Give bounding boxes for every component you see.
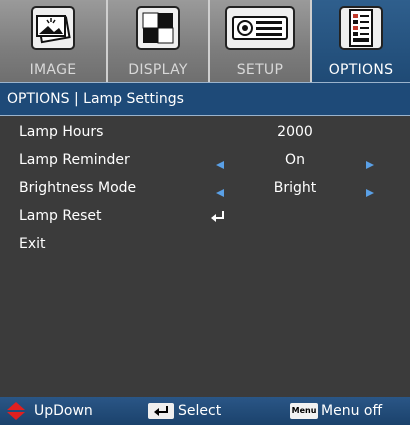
tab-options[interactable]: OPTIONS: [312, 0, 410, 82]
options-icon: [339, 6, 383, 54]
enter-icon[interactable]: [211, 211, 225, 227]
projector-icon: [225, 6, 295, 54]
lamp-reset-label: Lamp Reset: [19, 208, 102, 224]
image-icon: [31, 6, 75, 54]
hint-select: Select: [148, 397, 258, 425]
brightness-mode-label: Brightness Mode: [19, 180, 137, 196]
menu-key-icon: Menu: [290, 403, 318, 419]
menu-item-lamp-hours[interactable]: Lamp Hours 2000: [0, 119, 410, 147]
updown-icon: [6, 401, 26, 425]
lamp-reminder-value: On: [285, 152, 305, 168]
tab-image-label: IMAGE: [29, 62, 77, 78]
menu-item-exit[interactable]: Exit: [0, 231, 410, 259]
lamp-hours-label: Lamp Hours: [19, 124, 104, 140]
brightness-mode-value: Bright: [273, 180, 317, 196]
hint-menu-off: Menu Menu off: [290, 397, 405, 425]
arrow-right-icon[interactable]: [366, 157, 374, 173]
hint-updown: UpDown: [6, 397, 126, 425]
enter-key-icon: [148, 403, 174, 419]
page-title: OPTIONS | Lamp Settings: [7, 91, 184, 107]
updown-label: UpDown: [34, 403, 93, 419]
tab-image[interactable]: IMAGE: [0, 0, 108, 82]
lamp-reminder-label: Lamp Reminder: [19, 152, 130, 168]
tab-setup[interactable]: SETUP: [210, 0, 312, 82]
menu-item-brightness-mode[interactable]: Brightness Mode Bright: [0, 175, 410, 203]
menu-item-lamp-reset[interactable]: Lamp Reset: [0, 203, 410, 231]
menu-item-lamp-reminder[interactable]: Lamp Reminder On: [0, 147, 410, 175]
menuoff-label: Menu off: [321, 403, 383, 419]
tab-display[interactable]: DISPLAY: [108, 0, 210, 82]
menu-tab-bar: IMAGE DISPLAY SETUP OPTIONS: [0, 0, 410, 82]
select-label: Select: [178, 403, 222, 419]
lamp-hours-value: 2000: [277, 124, 313, 140]
arrow-left-icon[interactable]: [216, 157, 224, 173]
display-icon: [136, 6, 180, 54]
arrow-left-icon[interactable]: [216, 185, 224, 201]
arrow-right-icon[interactable]: [366, 185, 374, 201]
exit-label: Exit: [19, 236, 46, 252]
tab-options-label: OPTIONS: [328, 62, 394, 78]
footer-hint-bar: UpDown Select Menu Menu off: [0, 397, 410, 425]
tab-display-label: DISPLAY: [128, 62, 188, 78]
page-title-bar: OPTIONS | Lamp Settings: [0, 82, 410, 116]
projector-osd-menu: IMAGE DISPLAY SETUP OPTIONS OPTIONS | La…: [0, 0, 410, 425]
tab-setup-label: SETUP: [236, 62, 284, 78]
